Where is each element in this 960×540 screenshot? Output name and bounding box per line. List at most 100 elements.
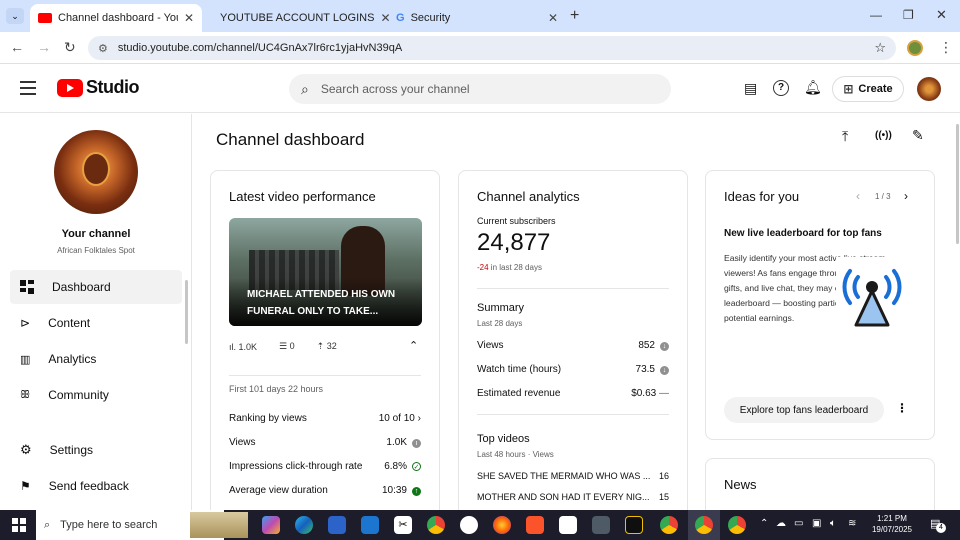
sidebar-item-send-feedback[interactable]: ⚑ Send feedback: [10, 469, 182, 503]
ranking-row[interactable]: Ranking by views 10 of 10 ›: [229, 413, 421, 424]
ctr-row: Impressions click-through rate 6.8% ✓: [229, 461, 421, 472]
copilot-icon[interactable]: [262, 516, 280, 534]
tab-channel-dashboard[interactable]: Channel dashboard - YouTube ✕: [30, 4, 202, 32]
chrome-second-icon[interactable]: [728, 516, 746, 534]
top-video-row[interactable]: MOTHER AND SON HAD IT EVERY NIG... 15: [477, 492, 669, 502]
news-title: News: [724, 477, 757, 492]
capcut-icon[interactable]: ✂: [394, 516, 412, 534]
likes-stat: ⇡ 32: [316, 341, 337, 351]
captions-icon[interactable]: ▤: [744, 80, 757, 97]
page-title: Channel dashboard: [216, 130, 365, 149]
summary-title: Summary: [477, 302, 525, 314]
main-scrollbar[interactable]: [956, 124, 959, 244]
sidebar-item-settings[interactable]: ⚙ Settings: [10, 433, 182, 467]
inkscape-icon[interactable]: [559, 516, 577, 534]
chevron-right-icon: ›: [417, 413, 421, 424]
notification-center-icon[interactable]: ▤ 4: [930, 517, 946, 533]
onedrive-icon[interactable]: ☁: [776, 518, 786, 529]
down-indicator-icon: ↓: [660, 366, 669, 375]
create-button[interactable]: ⊞ Create: [832, 76, 904, 102]
windows-start-icon[interactable]: [12, 518, 26, 532]
analytics-icon: ▥: [20, 353, 31, 366]
close-tab-icon[interactable]: ✕: [548, 11, 558, 25]
search-icon: ⌕: [44, 518, 51, 531]
back-icon[interactable]: ←: [10, 39, 24, 55]
next-chevron-icon[interactable]: ›: [904, 189, 908, 203]
chrome-icon[interactable]: [427, 516, 445, 534]
ideas-title: Ideas for you: [724, 189, 800, 204]
clock[interactable]: 1:21 PM 19/07/2025: [862, 513, 922, 535]
search-highlight-image[interactable]: [190, 512, 248, 538]
display-icon[interactable]: ▣: [812, 518, 821, 529]
latest-video-card: Latest video performance MICHAEL ATTENDE…: [210, 170, 440, 510]
maximize-icon[interactable]: ❐: [903, 8, 914, 22]
subscribers-label: Current subscribers: [477, 216, 556, 226]
youtube-logo-icon[interactable]: [57, 79, 83, 97]
news-card: News: [705, 458, 935, 510]
up-indicator-icon: ↑: [412, 487, 421, 496]
views-stat: ıl. 1.0K: [229, 341, 258, 352]
video-quick-stats: ıl. 1.0K ☰ 0 ⇡ 32: [229, 341, 337, 352]
help-icon[interactable]: ?: [773, 80, 789, 96]
down-indicator-icon: ↓: [660, 342, 669, 351]
bookmark-star-icon[interactable]: ☆: [874, 40, 886, 56]
site-info-icon[interactable]: ⚙: [98, 42, 108, 55]
close-tab-icon[interactable]: ✕: [184, 11, 194, 25]
close-window-icon[interactable]: ✕: [936, 7, 947, 23]
account-avatar[interactable]: [917, 77, 941, 101]
microsoft-store-icon[interactable]: [328, 516, 346, 534]
minimize-icon[interactable]: —: [870, 8, 882, 22]
sidebar-item-analytics[interactable]: ▥ Analytics: [10, 342, 182, 376]
wifi-icon[interactable]: ≋: [848, 518, 856, 529]
tab-search-icon[interactable]: ⌄: [6, 8, 24, 24]
reload-icon[interactable]: ↻: [64, 39, 76, 56]
video-thumbnail[interactable]: MICHAEL ATTENDED HIS OWN FUNERAL ONLY TO…: [229, 218, 422, 326]
sidebar-item-content[interactable]: ⊳ Content: [10, 306, 182, 340]
collapse-chevron-icon[interactable]: ⌃: [409, 339, 418, 352]
notifications-bell-icon[interactable]: 🔔︎: [804, 79, 822, 96]
chrome-profile-icon[interactable]: [660, 516, 678, 534]
edge-browser-icon[interactable]: [295, 516, 313, 534]
firefox-icon[interactable]: [493, 516, 511, 534]
battery-icon[interactable]: ▭: [794, 518, 803, 529]
tab-security[interactable]: G Security ✕: [388, 4, 566, 32]
channel-avatar[interactable]: [54, 130, 138, 214]
google-favicon-icon: G: [396, 12, 405, 24]
explore-leaderboard-button[interactable]: Explore top fans leaderboard: [724, 397, 884, 423]
create-post-icon[interactable]: ✎: [912, 127, 924, 144]
search-icon: ⌕: [301, 80, 309, 97]
upload-icon[interactable]: ⤒: [842, 128, 848, 145]
tray-chevron-icon[interactable]: ⌃: [760, 518, 768, 529]
profile-avatar-icon[interactable]: [907, 40, 923, 56]
sidebar-scrollbar[interactable]: [185, 280, 188, 344]
go-live-icon[interactable]: ((•)): [875, 130, 892, 141]
google-icon[interactable]: [460, 516, 478, 534]
outlook-icon[interactable]: [361, 516, 379, 534]
divider: [229, 375, 421, 376]
photos-icon[interactable]: [592, 516, 610, 534]
tab-account-logins[interactable]: YOUTUBE ACCOUNT LOGINS ✕: [206, 4, 391, 32]
youtube-favicon-icon: [38, 13, 52, 23]
your-channel-label[interactable]: Your channel: [0, 228, 191, 240]
top-video-row[interactable]: SHE SAVED THE MERMAID WHO WAS ... 16: [477, 471, 669, 481]
address-bar[interactable]: ⚙ studio.youtube.com/channel/UC4GnAx7lr6…: [88, 36, 896, 60]
pycharm-icon[interactable]: [625, 516, 643, 534]
more-options-icon[interactable]: ⋮: [896, 401, 908, 415]
prev-chevron-icon[interactable]: ‹: [856, 189, 860, 203]
subscribers-change: -24 in last 28 days: [477, 263, 542, 272]
dashboard-icon: [20, 280, 34, 294]
hamburger-menu-icon[interactable]: [20, 81, 36, 95]
latest-period: First 101 days 22 hours: [229, 384, 324, 394]
chrome-active-icon[interactable]: [695, 516, 713, 534]
channel-name: African Folktales Spot: [57, 246, 135, 255]
sidebar-item-community[interactable]: ꕥ Community: [10, 378, 182, 412]
community-icon: ꕥ: [20, 388, 31, 401]
channel-search-input[interactable]: ⌕ Search across your channel: [289, 74, 671, 104]
sidebar-item-dashboard[interactable]: Dashboard: [10, 270, 182, 304]
forward-icon[interactable]: →: [37, 39, 51, 55]
volume-icon[interactable]: 🔈︎: [830, 518, 836, 529]
studio-logo-text[interactable]: Studio: [86, 77, 140, 98]
new-tab-icon[interactable]: +: [570, 7, 579, 25]
menu-kebab-icon[interactable]: ⋮: [939, 39, 953, 56]
brave-icon[interactable]: [526, 516, 544, 534]
